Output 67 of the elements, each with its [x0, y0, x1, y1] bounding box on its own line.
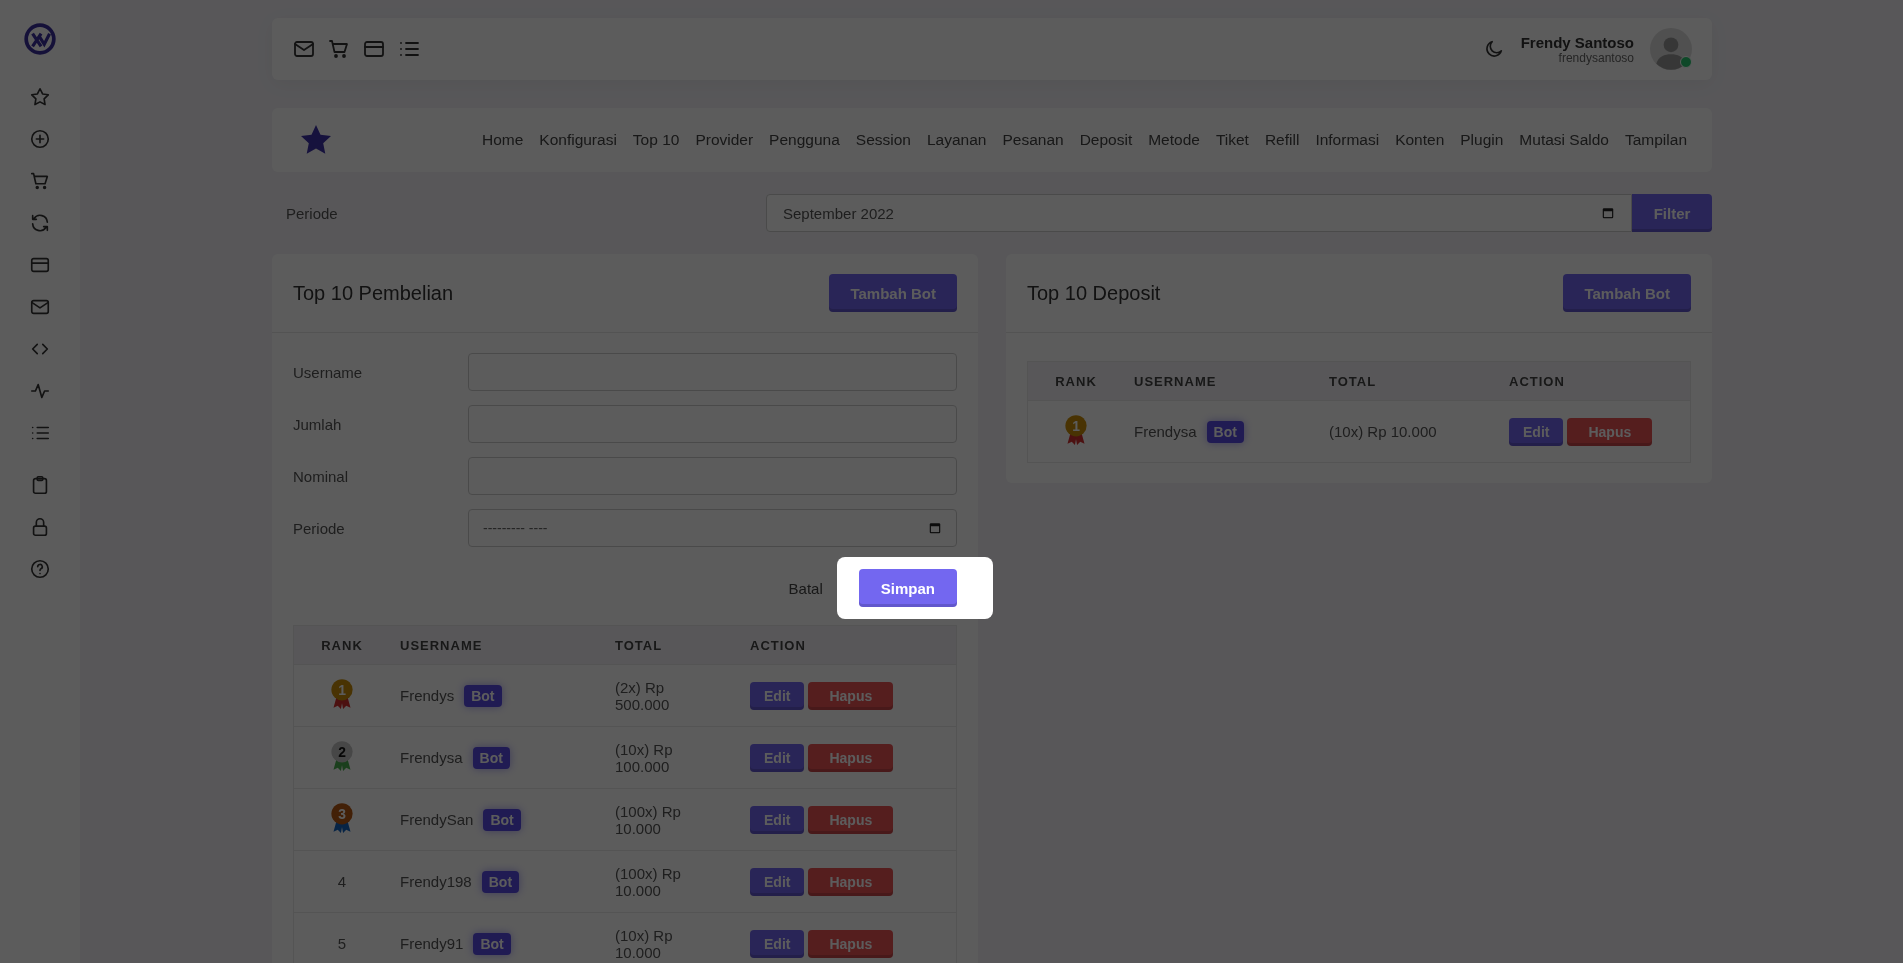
- bot-tag: Bot: [472, 746, 510, 769]
- rank-number: 5: [337, 935, 347, 952]
- period-label: Periode: [285, 204, 339, 222]
- bot-tag: Bot: [483, 808, 521, 831]
- save-button[interactable]: Simpan: [858, 569, 957, 607]
- card-title: Top 10 Pembelian: [293, 281, 454, 305]
- rank-number: 4: [337, 873, 347, 890]
- total-amount: (100x) Rp 10.000: [605, 788, 740, 851]
- nav-link[interactable]: Session: [855, 131, 911, 149]
- help-icon[interactable]: [29, 558, 51, 580]
- bot-tag: Bot: [473, 932, 511, 955]
- nav-link[interactable]: Deposit: [1079, 131, 1133, 149]
- username: Frendysa: [1134, 423, 1197, 440]
- total-amount: (2x) Rp 500.000: [605, 664, 740, 727]
- nav-link[interactable]: Informasi: [1315, 131, 1380, 149]
- column-header: TOTAL: [1319, 361, 1499, 401]
- bot-tag: Bot: [464, 684, 502, 707]
- nav-link[interactable]: Layanan: [926, 131, 987, 149]
- field-label: Username: [293, 363, 364, 381]
- nav-link[interactable]: Tampilan: [1624, 131, 1687, 149]
- username: Frendy198: [400, 873, 472, 890]
- nav-link[interactable]: Pengguna: [769, 131, 840, 149]
- column-header: RANK: [293, 625, 390, 665]
- card-title: Top 10 Deposit: [1027, 281, 1161, 305]
- nav-link[interactable]: Mutasi Saldo: [1519, 131, 1609, 149]
- user-name: Frendy Santoso: [1520, 33, 1634, 51]
- total-amount: (10x) Rp 10.000: [605, 912, 740, 963]
- period-field[interactable]: September 2022: [766, 194, 1632, 232]
- nav-link[interactable]: Konfigurasi: [539, 131, 617, 149]
- username: FrendySan: [400, 811, 474, 828]
- nav-link[interactable]: Plugin: [1460, 131, 1504, 149]
- nav-link[interactable]: Metode: [1148, 131, 1200, 149]
- total-amount: (10x) Rp 10.000: [1319, 400, 1499, 463]
- column-header: USERNAME: [1124, 361, 1319, 401]
- logo-icon[interactable]: [23, 22, 57, 56]
- field-label: Jumlah: [293, 415, 343, 433]
- cart-icon[interactable]: [327, 37, 351, 61]
- cart-icon[interactable]: [29, 170, 51, 192]
- username: Frendysa: [400, 749, 463, 766]
- column-header: USERNAME: [390, 625, 605, 665]
- field-label: Nominal: [293, 467, 350, 485]
- nav-link[interactable]: Home: [481, 131, 524, 149]
- plus-circle-icon[interactable]: [29, 128, 51, 150]
- username: Frendy91: [400, 935, 464, 952]
- username: Frendys: [400, 687, 455, 704]
- refresh-icon[interactable]: [29, 212, 51, 234]
- column-header: ACTION: [740, 625, 957, 665]
- nav-link[interactable]: Refill: [1264, 131, 1300, 149]
- bot-tag: Bot: [1206, 420, 1244, 443]
- calendar-icon[interactable]: [928, 521, 942, 535]
- nav-link[interactable]: Konten: [1395, 131, 1445, 149]
- nav-link[interactable]: Provider: [695, 131, 754, 149]
- nav-link[interactable]: Top 10: [632, 131, 680, 149]
- field-label: Periode: [293, 519, 346, 537]
- nav-link[interactable]: Pesanan: [1002, 131, 1064, 149]
- column-header: RANK: [1027, 361, 1124, 401]
- column-header: TOTAL: [605, 625, 740, 665]
- nav-link[interactable]: Tiket: [1215, 131, 1249, 149]
- total-amount: (10x) Rp 100.000: [605, 726, 740, 789]
- bot-tag: Bot: [481, 870, 520, 893]
- calendar-icon[interactable]: [1601, 206, 1615, 220]
- total-amount: (100x) Rp 10.000: [605, 850, 740, 913]
- month-field[interactable]: --------- ----: [468, 509, 957, 547]
- avatar[interactable]: [1650, 28, 1692, 70]
- star-icon[interactable]: [29, 86, 51, 108]
- cancel-button[interactable]: Batal: [788, 579, 823, 597]
- column-header: ACTION: [1499, 361, 1691, 401]
